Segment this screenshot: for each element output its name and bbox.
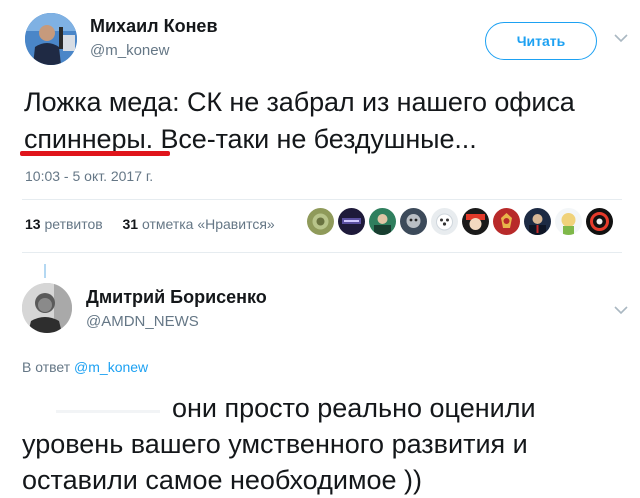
reply-author-handle[interactable]: @AMDN_NEWS xyxy=(86,313,199,330)
liker-avatar[interactable] xyxy=(431,208,458,235)
liker-avatar[interactable] xyxy=(369,208,396,235)
highlight-underline xyxy=(20,151,170,156)
tweet-timestamp[interactable]: 10:03 - 5 окт. 2017 г. xyxy=(25,168,153,184)
likes-count[interactable]: 31 xyxy=(123,216,139,232)
likers-avatars xyxy=(307,208,613,235)
tweet-stats: 13 ретвитов 31 отметка «Нравится» xyxy=(25,216,275,232)
liker-avatar[interactable] xyxy=(586,208,613,235)
thread-connector xyxy=(44,264,46,278)
liker-avatar[interactable] xyxy=(338,208,365,235)
liker-avatar[interactable] xyxy=(462,208,489,235)
divider xyxy=(22,199,622,200)
reply-context: В ответ @m_konew xyxy=(22,359,148,375)
tweet-text: Ложка меда: СК не забрал из нашего офиса… xyxy=(24,87,575,154)
author-name[interactable]: Михаил Конев xyxy=(90,16,218,37)
follow-button[interactable]: Читать xyxy=(485,22,597,60)
chevron-down-icon[interactable] xyxy=(614,33,628,43)
reply-prefix: В ответ xyxy=(22,359,71,375)
liker-avatar[interactable] xyxy=(307,208,334,235)
liker-avatar[interactable] xyxy=(555,208,582,235)
liker-avatar[interactable] xyxy=(493,208,520,235)
liker-avatar[interactable] xyxy=(400,208,427,235)
retweets-label[interactable]: ретвитов xyxy=(44,216,102,232)
reply-to-link[interactable]: @m_konew xyxy=(74,359,148,375)
reply-author-avatar[interactable] xyxy=(22,283,72,333)
likes-label[interactable]: отметка «Нравится» xyxy=(142,216,275,232)
retweets-count[interactable]: 13 xyxy=(25,216,41,232)
chevron-down-icon[interactable] xyxy=(614,305,628,315)
liker-avatar[interactable] xyxy=(524,208,551,235)
author-handle[interactable]: @m_konew xyxy=(90,42,169,59)
reply-text: они просто реально оценили уровень вашег… xyxy=(22,393,536,495)
reply-author-name[interactable]: Дмитрий Борисенко xyxy=(86,287,267,308)
author-avatar[interactable] xyxy=(25,13,77,65)
divider xyxy=(22,252,622,253)
